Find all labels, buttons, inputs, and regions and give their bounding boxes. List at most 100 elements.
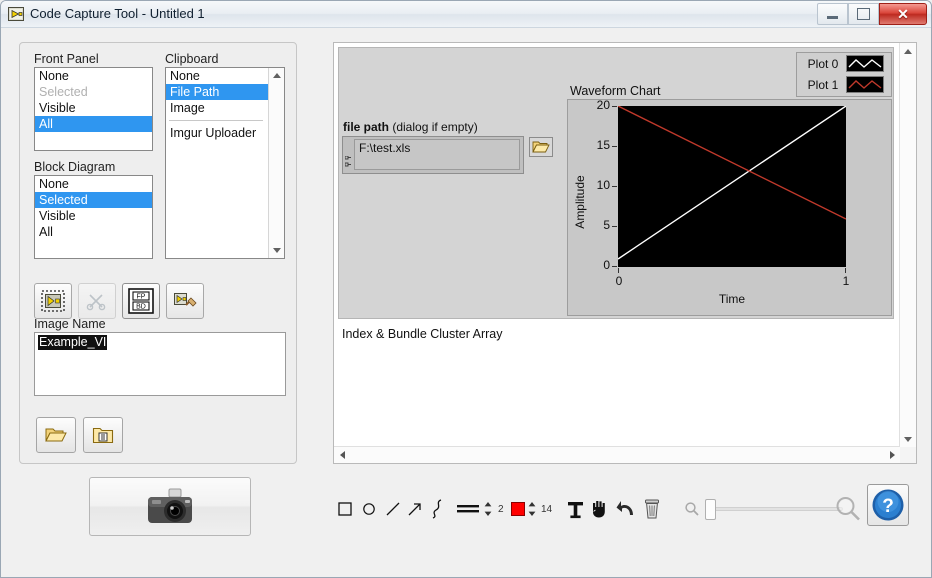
settings-panel: Front Panel None Selected Visible All Bl… bbox=[19, 42, 297, 464]
undo-tool[interactable] bbox=[615, 499, 637, 519]
image-name-input[interactable]: Example_VI bbox=[34, 332, 286, 396]
file-path-control[interactable]: F:\test.xls bbox=[342, 136, 524, 174]
drawing-toolbar: 2 14 ? bbox=[333, 484, 917, 535]
text-tool[interactable] bbox=[565, 499, 585, 521]
file-path-browse-button[interactable] bbox=[529, 137, 553, 157]
legend-swatch[interactable] bbox=[846, 76, 884, 93]
file-path-label-bold: file path bbox=[343, 120, 390, 134]
title-bar: Code Capture Tool - Untitled 1 ✕ bbox=[1, 1, 931, 28]
list-item[interactable]: Visible bbox=[35, 208, 152, 224]
list-item[interactable]: None bbox=[166, 68, 269, 84]
arrow-tool[interactable] bbox=[405, 499, 425, 519]
open-folder-button[interactable] bbox=[36, 417, 76, 453]
scroll-up-arrow-icon[interactable] bbox=[269, 68, 284, 83]
block-diagram-label: Block Diagram bbox=[34, 160, 116, 174]
block-diagram-listbox[interactable]: None Selected Visible All bbox=[34, 175, 153, 259]
list-item[interactable]: All bbox=[35, 116, 152, 132]
zoom-out-button[interactable] bbox=[683, 500, 701, 518]
x-tick: 1 bbox=[842, 274, 850, 288]
waveform-chart[interactable]: Amplitude 20 15 10 5 0 0 1 Time bbox=[567, 98, 892, 316]
select-vi-button[interactable] bbox=[34, 283, 72, 319]
line-width-stepper[interactable] bbox=[484, 501, 492, 517]
path-terminal-icon bbox=[345, 156, 351, 167]
y-tick: 20 bbox=[596, 98, 610, 112]
clipboard-label: Clipboard bbox=[165, 52, 219, 66]
stepper-arrows-icon bbox=[528, 502, 536, 516]
front-panel-listbox[interactable]: None Selected Visible All bbox=[34, 67, 153, 151]
color-swatch[interactable] bbox=[511, 502, 525, 516]
y-tick: 0 bbox=[603, 258, 610, 272]
list-separator bbox=[169, 120, 263, 121]
circle-icon bbox=[363, 503, 375, 515]
save-to-folder-button[interactable] bbox=[83, 417, 123, 453]
ellipse-tool[interactable] bbox=[359, 499, 379, 519]
chart-legend[interactable]: Plot 0 Plot 1 bbox=[796, 52, 892, 97]
chart-xlabel: Time bbox=[718, 292, 746, 306]
list-item[interactable]: Visible bbox=[35, 100, 152, 116]
line-tool[interactable] bbox=[383, 499, 403, 519]
series-plot0 bbox=[617, 105, 847, 260]
list-item[interactable]: None bbox=[35, 68, 152, 84]
y-tick: 10 bbox=[596, 178, 610, 192]
folder-browse-icon bbox=[532, 141, 550, 153]
list-item[interactable]: Imgur Uploader bbox=[166, 125, 269, 141]
curve-tool[interactable] bbox=[427, 498, 447, 520]
scroll-left-arrow-icon[interactable] bbox=[334, 447, 350, 463]
rectangle-tool[interactable] bbox=[335, 499, 355, 519]
cleanup-button[interactable] bbox=[166, 283, 204, 319]
color-stepper[interactable] bbox=[528, 501, 536, 517]
zoom-slider-track[interactable] bbox=[711, 507, 843, 511]
front-panel-label: Front Panel bbox=[34, 52, 99, 66]
preview-canvas[interactable]: file path (dialog if empty) F:\test.xls bbox=[334, 43, 900, 447]
scroll-down-arrow-icon[interactable] bbox=[269, 243, 284, 258]
legend-item[interactable]: Plot 0 bbox=[797, 53, 891, 74]
camera-icon bbox=[148, 488, 192, 523]
scrollbar-corner bbox=[900, 447, 916, 463]
x-tick: 0 bbox=[615, 274, 623, 288]
select-vi-icon bbox=[41, 290, 65, 312]
plot1-line-icon bbox=[848, 80, 882, 89]
color-value: 14 bbox=[541, 504, 553, 515]
delete-tool[interactable] bbox=[641, 498, 663, 520]
legend-item[interactable]: Plot 1 bbox=[797, 74, 891, 95]
clipboard-listbox[interactable]: None File Path Image Imgur Uploader bbox=[165, 67, 285, 259]
trash-icon bbox=[645, 499, 659, 519]
list-item[interactable]: All bbox=[35, 224, 152, 240]
list-item[interactable]: Selected bbox=[35, 192, 152, 208]
line-style-control[interactable] bbox=[455, 501, 481, 517]
list-item[interactable]: Image bbox=[166, 100, 269, 116]
help-button[interactable]: ? bbox=[867, 484, 909, 526]
fp-bd-button[interactable]: FP BD bbox=[122, 283, 160, 319]
zoom-in-button[interactable] bbox=[833, 494, 863, 524]
hand-tool[interactable] bbox=[589, 498, 611, 520]
close-button[interactable]: ✕ bbox=[879, 3, 927, 25]
scroll-down-arrow-icon[interactable] bbox=[900, 431, 916, 447]
stepper-arrows-icon bbox=[484, 502, 492, 516]
maximize-button[interactable] bbox=[848, 3, 879, 25]
maximize-icon bbox=[857, 8, 870, 20]
svg-text:FP: FP bbox=[137, 294, 146, 301]
scroll-right-arrow-icon[interactable] bbox=[884, 447, 900, 463]
y-tick: 15 bbox=[596, 138, 610, 152]
line-style-icon bbox=[457, 505, 479, 513]
tools-button bbox=[78, 283, 116, 319]
fp-bd-icon: FP BD bbox=[128, 288, 154, 314]
legend-swatch[interactable] bbox=[846, 55, 884, 72]
app-window: Code Capture Tool - Untitled 1 ✕ Front P… bbox=[0, 0, 932, 578]
file-path-value[interactable]: F:\test.xls bbox=[354, 139, 520, 170]
minimize-button[interactable] bbox=[817, 3, 848, 25]
preview-vertical-scrollbar[interactable] bbox=[899, 43, 916, 447]
index-bundle-label: Index & Bundle Cluster Array bbox=[342, 327, 503, 341]
list-item[interactable]: None bbox=[35, 176, 152, 192]
preview-horizontal-scrollbar[interactable] bbox=[334, 446, 900, 463]
capture-button[interactable] bbox=[89, 477, 251, 536]
scroll-up-arrow-icon[interactable] bbox=[900, 43, 916, 59]
image-name-label: Image Name bbox=[34, 317, 106, 331]
list-item[interactable]: Selected bbox=[35, 84, 152, 100]
clipboard-scrollbar[interactable] bbox=[268, 68, 284, 258]
series-plot1 bbox=[617, 105, 847, 220]
window-title: Code Capture Tool - Untitled 1 bbox=[30, 6, 205, 21]
list-item[interactable]: File Path bbox=[166, 84, 269, 100]
line-icon bbox=[386, 502, 400, 516]
zoom-slider-thumb[interactable] bbox=[705, 499, 716, 520]
